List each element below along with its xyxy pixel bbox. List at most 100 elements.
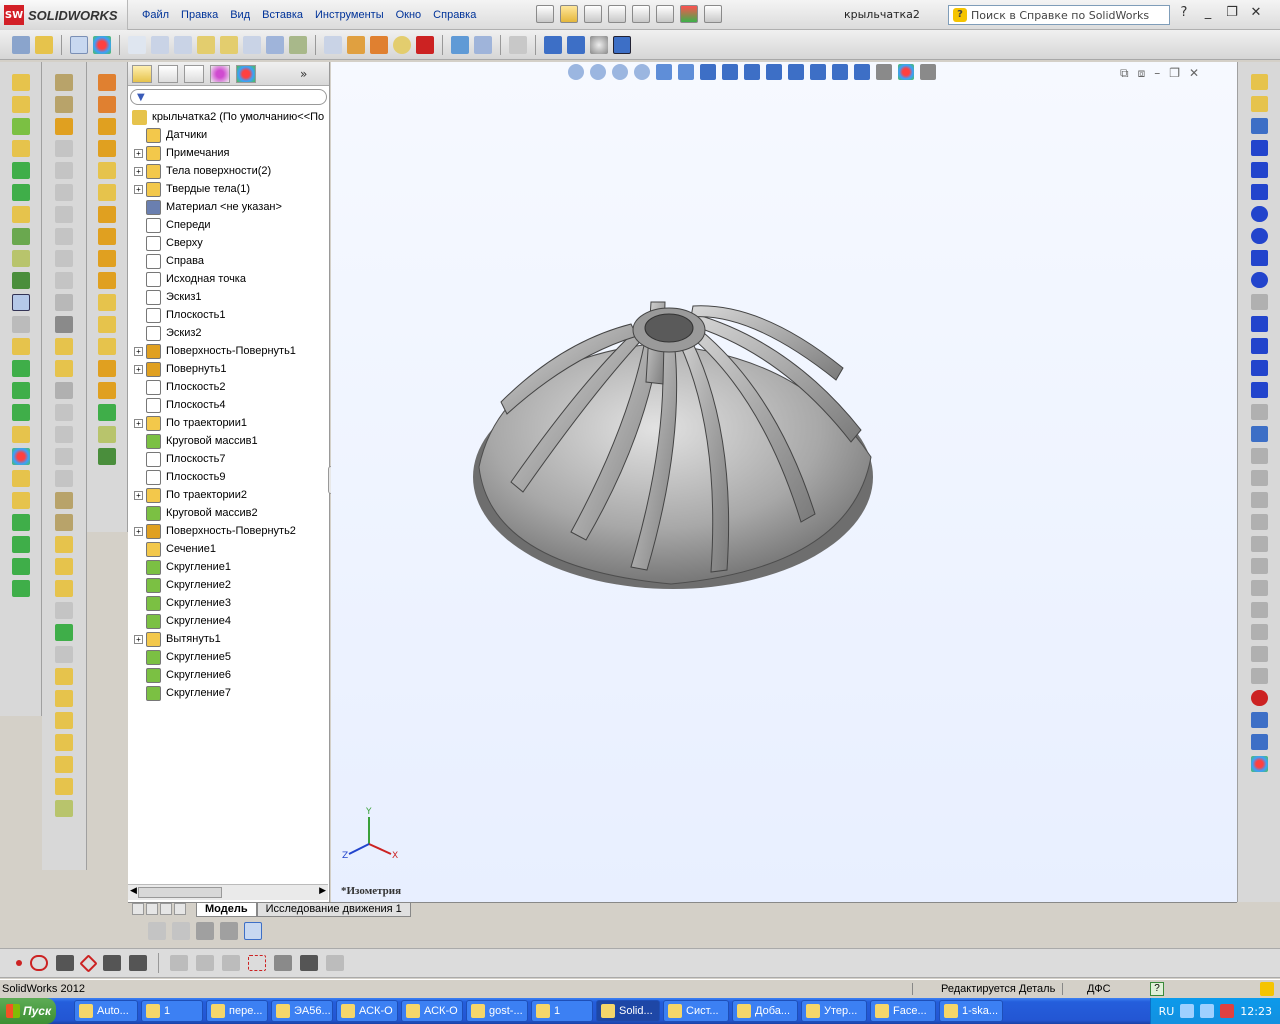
- expand-toggle-icon[interactable]: +: [134, 418, 143, 428]
- view-3d-icon[interactable]: [1250, 734, 1268, 750]
- tree-item[interactable]: Скругление2: [130, 576, 329, 594]
- tree-item[interactable]: Скругление3: [130, 594, 329, 612]
- mirror-entities-icon[interactable]: [55, 712, 73, 729]
- tree-item[interactable]: + По траектории2: [130, 486, 329, 504]
- tree-item[interactable]: Плоскость2: [130, 378, 329, 396]
- surface-tool-icon[interactable]: [11, 470, 30, 487]
- projection-icon[interactable]: [55, 668, 73, 685]
- split-line-icon[interactable]: [55, 514, 73, 531]
- tree-item[interactable]: Скругление1: [130, 558, 329, 576]
- taskbar-item[interactable]: Сист...: [663, 1000, 729, 1022]
- surface-extrude-icon[interactable]: [55, 74, 73, 91]
- zoom-in-out-icon[interactable]: [612, 64, 628, 80]
- deviation-icon[interactable]: [347, 35, 365, 54]
- unfold-icon[interactable]: [98, 360, 116, 377]
- hide-show-icon[interactable]: [876, 64, 892, 80]
- dimension-icon[interactable]: [55, 558, 73, 575]
- pan-icon[interactable]: [678, 64, 694, 80]
- helix-tool-icon[interactable]: [11, 536, 30, 553]
- solidworks-logo[interactable]: SW SOLIDWORKS: [0, 0, 128, 30]
- tab-last-icon[interactable]: [174, 902, 186, 915]
- point-tool-icon[interactable]: [11, 382, 30, 399]
- sketched-bend-icon[interactable]: [98, 338, 116, 355]
- move-face-icon[interactable]: [55, 492, 73, 509]
- instant3d-icon[interactable]: [11, 294, 30, 311]
- centerline-icon[interactable]: [1250, 360, 1268, 376]
- render-icon[interactable]: [1250, 756, 1268, 772]
- zoom-to-area-icon[interactable]: [590, 64, 606, 80]
- tab-display-manager[interactable]: [236, 64, 256, 83]
- tree-item[interactable]: Сверху: [130, 234, 329, 252]
- gusset-icon[interactable]: [98, 162, 116, 179]
- curves-icon[interactable]: [11, 272, 30, 289]
- convert-entities-icon[interactable]: [55, 580, 73, 597]
- rebuild-all-icon[interactable]: [451, 35, 469, 54]
- sketch-3d-icon[interactable]: [55, 536, 73, 553]
- ellipse-icon[interactable]: [1250, 272, 1268, 288]
- appearance-tool-icon[interactable]: [11, 448, 30, 465]
- verify-icon[interactable]: [393, 35, 411, 54]
- view-isometric-icon[interactable]: [832, 64, 848, 80]
- taskbar-item[interactable]: 1: [141, 1000, 203, 1022]
- menu-file[interactable]: Файл: [136, 6, 175, 24]
- smart-dimension-icon[interactable]: [1250, 118, 1268, 134]
- close-icon[interactable]: ✕: [1248, 5, 1264, 20]
- select-arrow-icon[interactable]: [70, 35, 88, 54]
- linear-pattern-icon[interactable]: [11, 228, 30, 245]
- tree-item[interactable]: Скругление7: [130, 684, 329, 702]
- menu-insert[interactable]: Вставка: [256, 6, 309, 24]
- measure-icon[interactable]: [151, 35, 169, 54]
- surface-sweep-tool-icon[interactable]: [55, 118, 73, 135]
- viewport-close-icon[interactable]: ✕: [1189, 66, 1199, 81]
- convert-icon[interactable]: [1250, 426, 1268, 442]
- taskbar-item[interactable]: Доба...: [732, 1000, 798, 1022]
- model-canvas[interactable]: [331, 62, 1237, 902]
- menu-edit[interactable]: Правка: [175, 6, 224, 24]
- spelling-icon[interactable]: [128, 35, 146, 54]
- tab-motion-study[interactable]: Исследование движения 1: [256, 902, 411, 917]
- fillet-tool-icon[interactable]: [11, 184, 30, 201]
- zoom-selection-icon[interactable]: [634, 64, 650, 80]
- spiral-tool-icon[interactable]: [11, 558, 30, 575]
- scroll-right-icon[interactable]: ▶: [319, 886, 326, 896]
- extrude-boss-icon[interactable]: [11, 74, 30, 91]
- viewport-tile-icon[interactable]: ⧈: [1138, 66, 1146, 81]
- view-top-icon[interactable]: [788, 64, 804, 80]
- tab-prev-icon[interactable]: [146, 902, 158, 915]
- undo-icon[interactable]: [632, 5, 650, 23]
- extend-surface-icon[interactable]: [55, 338, 73, 355]
- tree-item[interactable]: Круговой массив1: [130, 432, 329, 450]
- taskbar-item[interactable]: АСК-О: [401, 1000, 463, 1022]
- loft-boss-icon[interactable]: [11, 140, 30, 157]
- menu-view[interactable]: Вид: [224, 6, 256, 24]
- tree-horizontal-scrollbar[interactable]: ◀ ▶: [128, 884, 328, 900]
- origin-target-icon[interactable]: [1250, 690, 1268, 706]
- tab-model[interactable]: Модель: [196, 902, 257, 917]
- taskbar-item[interactable]: Face...: [870, 1000, 936, 1022]
- edge-flange-icon[interactable]: [98, 250, 116, 267]
- reference-geometry-icon[interactable]: [11, 250, 30, 267]
- tree-item[interactable]: Скругление4: [130, 612, 329, 630]
- line-icon[interactable]: [1250, 140, 1268, 156]
- stop-icon[interactable]: [416, 35, 434, 54]
- sketch-icon[interactable]: [1250, 74, 1268, 90]
- help-icon[interactable]: ?: [1176, 5, 1192, 20]
- taskbar-item[interactable]: 1-ska...: [939, 1000, 1003, 1022]
- tray-security-icon[interactable]: [1220, 1004, 1235, 1018]
- rebuild-icon[interactable]: [680, 5, 698, 23]
- graphics-viewport[interactable]: Y X Z: [331, 62, 1237, 902]
- tree-item[interactable]: + Поверхность-Повернуть1: [130, 342, 329, 360]
- rotate-view-icon[interactable]: [656, 64, 672, 80]
- arc-icon[interactable]: [1250, 228, 1268, 244]
- options-icon[interactable]: [704, 5, 722, 23]
- tree-item[interactable]: Спереди: [130, 216, 329, 234]
- tree-item[interactable]: + Твердые тела(1): [130, 180, 329, 198]
- sketch-line-icon[interactable]: [56, 955, 74, 971]
- center-point-icon[interactable]: [30, 955, 48, 971]
- scroll-left-icon[interactable]: ◀: [130, 886, 137, 896]
- sketch-3d-tool-icon[interactable]: [1250, 96, 1268, 112]
- taskbar-item[interactable]: Auto...: [74, 1000, 138, 1022]
- sketch-cross-icon[interactable]: [103, 955, 121, 971]
- tray-clock[interactable]: 12:23: [1240, 1005, 1272, 1018]
- sphere-icon[interactable]: [590, 35, 608, 54]
